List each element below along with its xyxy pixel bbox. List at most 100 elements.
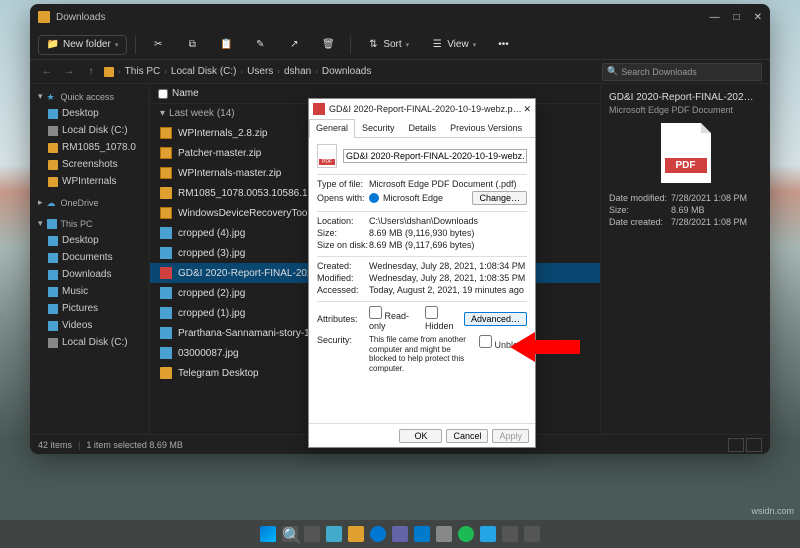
rename-button[interactable]: ✎ [246, 36, 274, 54]
separator [350, 36, 351, 54]
tab-details[interactable]: Details [402, 119, 444, 137]
sidebar-item-desktop[interactable]: Desktop [30, 232, 149, 249]
breadcrumb[interactable]: › This PC› Local Disk (C:)› Users› dshan… [104, 66, 598, 77]
sidebar-quick-access[interactable]: ▾ ★ Quick access [30, 88, 149, 105]
dialog-close-button[interactable]: ✕ [523, 104, 531, 115]
app-taskbar[interactable] [436, 526, 452, 542]
sidebar-item-desktop[interactable]: Desktop [30, 105, 149, 122]
select-all-checkbox[interactable] [158, 89, 168, 99]
crumb[interactable]: Downloads [322, 66, 371, 77]
share-button[interactable]: ↗ [280, 36, 308, 54]
details-view-button[interactable] [728, 438, 744, 452]
filename-input[interactable] [343, 149, 527, 163]
tab-general[interactable]: General [309, 119, 355, 138]
sidebar-this-pc[interactable]: ▾ This PC [30, 215, 149, 232]
address-bar: ← → ↑ › This PC› Local Disk (C:)› Users›… [30, 60, 770, 84]
zip-icon [160, 147, 172, 159]
search-input[interactable]: 🔍 Search Downloads [602, 63, 762, 81]
folder-icon [48, 177, 58, 187]
crumb[interactable]: Users [247, 66, 273, 77]
new-folder-label: New folder [63, 39, 111, 50]
sidebar-item[interactable]: WPInternals [30, 173, 149, 190]
pdf-icon [160, 267, 172, 279]
window-minimize-button[interactable]: — [710, 12, 720, 23]
widgets-button[interactable] [326, 526, 342, 542]
app-taskbar[interactable] [502, 526, 518, 542]
callout-arrow [510, 327, 580, 367]
sidebar-onedrive[interactable]: ▸ ☁ OneDrive [30, 194, 149, 211]
preview-type: Microsoft Edge PDF Document [609, 105, 762, 115]
file-name: WindowsDeviceRecoveryToolInst [178, 208, 326, 219]
vscode-taskbar[interactable] [414, 526, 430, 542]
videos-icon [48, 321, 58, 331]
sidebar-item-downloads[interactable]: Downloads [30, 266, 149, 283]
sort-button[interactable]: ⇅ Sort ▾ [359, 36, 417, 54]
start-button[interactable] [260, 526, 276, 542]
separator [135, 36, 136, 54]
crumb[interactable]: Local Disk (C:) [171, 66, 237, 77]
ok-button[interactable]: OK [399, 429, 442, 443]
sidebar-item-videos[interactable]: Videos [30, 317, 149, 334]
task-view-button[interactable] [304, 526, 320, 542]
teams-taskbar[interactable] [392, 526, 408, 542]
new-folder-button[interactable]: 📁 New folder ▾ [38, 35, 127, 55]
back-button[interactable]: ← [38, 66, 56, 77]
sidebar-item[interactable]: RM1085_1078.0 [30, 139, 149, 156]
sort-label: Sort [383, 39, 401, 50]
dialog-titlebar[interactable]: GD&I 2020-Report-FINAL-2020-10-19-webz.p… [309, 99, 535, 119]
icons-view-button[interactable] [746, 438, 762, 452]
crumb[interactable]: This PC [125, 66, 161, 77]
chevron-down-icon: ▾ [406, 41, 410, 49]
search-icon: 🔍 [607, 66, 618, 77]
change-button[interactable]: Change… [472, 191, 527, 205]
app-taskbar[interactable] [480, 526, 496, 542]
pc-icon [104, 67, 114, 77]
forward-button[interactable]: → [60, 66, 78, 77]
trash-icon: 🗑 [322, 39, 334, 51]
search-button[interactable]: 🔍 [282, 526, 298, 542]
properties-dialog: GD&I 2020-Report-FINAL-2020-10-19-webz.p… [308, 98, 536, 448]
edge-taskbar[interactable] [370, 526, 386, 542]
file-name: WPInternals-master.zip [178, 168, 281, 179]
window-close-button[interactable]: ✕ [754, 12, 762, 23]
sidebar-item-pictures[interactable]: Pictures [30, 300, 149, 317]
window-maximize-button[interactable]: □ [734, 12, 740, 23]
details-pane: GD&I 2020-Report-FINAL-202… Microsoft Ed… [600, 84, 770, 434]
sidebar-item-documents[interactable]: Documents [30, 249, 149, 266]
copy-button[interactable]: ⧉ [178, 36, 206, 54]
name-column[interactable]: Name [172, 88, 199, 99]
explorer-taskbar[interactable] [348, 526, 364, 542]
advanced-button[interactable]: Advanced… [464, 312, 527, 326]
sidebar-item-music[interactable]: Music [30, 283, 149, 300]
more-button[interactable]: ••• [490, 36, 517, 53]
zip-icon [160, 167, 172, 179]
watermark: wsidn.com [751, 506, 794, 516]
folder-icon [160, 187, 172, 199]
cancel-button[interactable]: Cancel [446, 429, 488, 443]
sidebar-item-localdisk[interactable]: Local Disk (C:) [30, 122, 149, 139]
sidebar-item[interactable]: Screenshots [30, 156, 149, 173]
img-icon [160, 287, 172, 299]
crumb[interactable]: dshan [284, 66, 311, 77]
view-label: View [447, 39, 469, 50]
dialog-title: GD&I 2020-Report-FINAL-2020-10-19-webz.p… [329, 104, 523, 114]
hidden-checkbox[interactable]: Hidden [425, 306, 464, 331]
sidebar-item-localdisk[interactable]: Local Disk (C:) [30, 334, 149, 351]
spotify-taskbar[interactable] [458, 526, 474, 542]
delete-button[interactable]: 🗑 [314, 36, 342, 54]
zip-icon [160, 127, 172, 139]
paste-button[interactable]: 📋 [212, 36, 240, 54]
scissors-icon: ✂ [152, 39, 164, 51]
window-titlebar[interactable]: Downloads — □ ✕ [30, 4, 770, 30]
app-taskbar[interactable] [524, 526, 540, 542]
readonly-checkbox[interactable]: Read-only [369, 306, 419, 331]
tab-previous-versions[interactable]: Previous Versions [443, 119, 529, 137]
taskbar[interactable]: 🔍 [0, 520, 800, 548]
cut-button[interactable]: ✂ [144, 36, 172, 54]
up-button[interactable]: ↑ [82, 66, 100, 77]
tab-security[interactable]: Security [355, 119, 402, 137]
view-button[interactable]: ☰ View ▾ [423, 36, 484, 54]
copy-icon: ⧉ [186, 39, 198, 51]
apply-button[interactable]: Apply [492, 429, 529, 443]
folder-icon [160, 367, 172, 379]
